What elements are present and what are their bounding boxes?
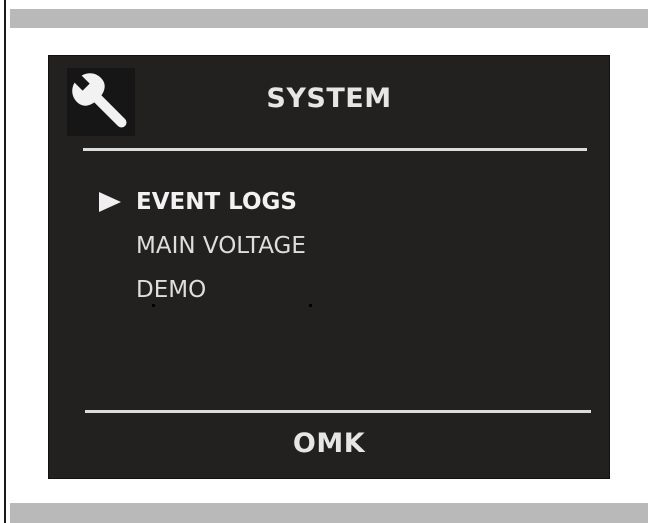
dead-pixel-mark <box>309 304 312 307</box>
menu-item-main-voltage[interactable]: MAIN VOLTAGE <box>99 224 559 268</box>
menu-item-label: MAIN VOLTAGE <box>136 233 306 259</box>
device-screen: SYSTEM EVENT LOGS MAIN VOLTAGE DEMO OMK <box>48 55 610 479</box>
dead-pixel-mark <box>152 304 155 307</box>
menu-item-event-logs[interactable]: EVENT LOGS <box>99 180 559 224</box>
top-frame-bar <box>10 9 648 28</box>
selection-pointer-icon <box>99 192 121 212</box>
page: SYSTEM EVENT LOGS MAIN VOLTAGE DEMO OMK <box>0 0 648 523</box>
left-border-rule <box>4 0 6 523</box>
header-divider <box>83 148 587 151</box>
footer-divider <box>85 410 591 413</box>
bottom-frame-bar <box>10 503 648 523</box>
menu-item-demo[interactable]: DEMO <box>99 268 559 312</box>
footer-label: OMK <box>292 428 366 459</box>
menu-item-label: DEMO <box>136 277 207 303</box>
system-menu: EVENT LOGS MAIN VOLTAGE DEMO <box>99 180 559 312</box>
menu-item-label: EVENT LOGS <box>136 189 297 215</box>
screen-title: SYSTEM <box>266 83 392 114</box>
